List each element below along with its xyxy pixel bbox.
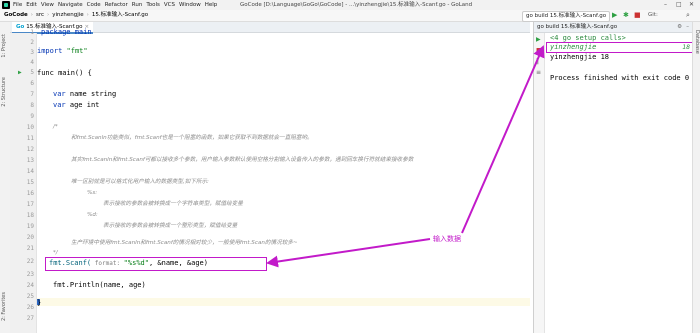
annotation-arrow-to-console (461, 45, 545, 234)
annotation-arrow-to-scanf (266, 238, 431, 268)
annotation-label: 输入数据 (433, 235, 461, 243)
annotation-overlay (266, 45, 545, 268)
